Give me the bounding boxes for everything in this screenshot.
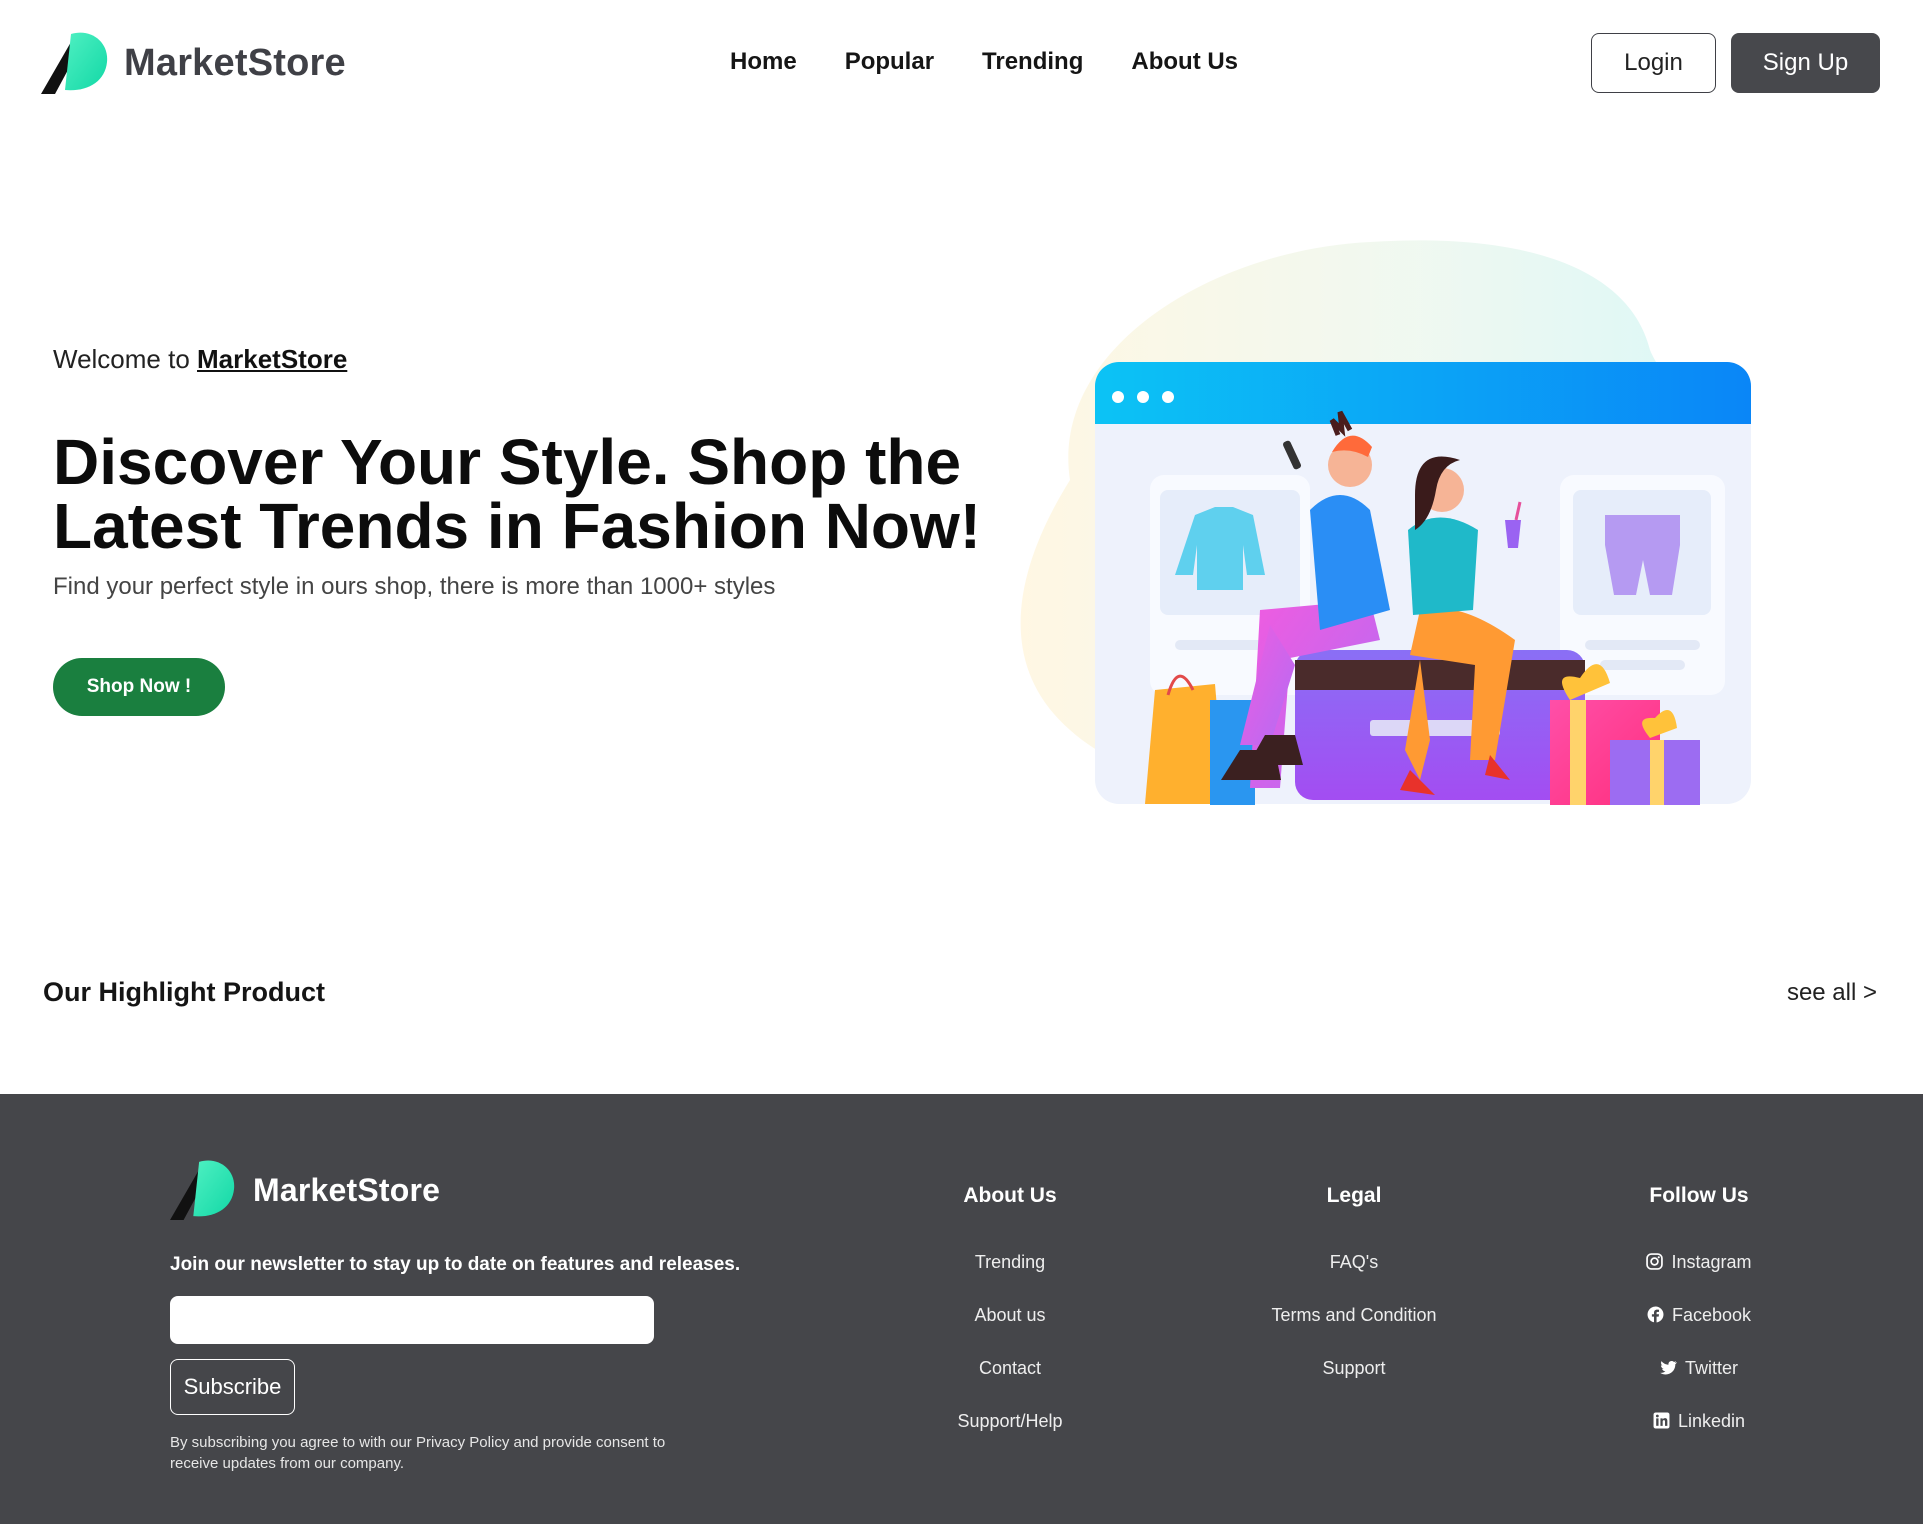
footer-logo-mark-icon <box>170 1160 235 1221</box>
highlight-section-title: Our Highlight Product <box>43 977 325 1007</box>
social-link-instagram[interactable]: Instagram <box>1569 1251 1829 1304</box>
welcome-brand-link[interactable]: MarketStore <box>197 344 347 374</box>
hero-subtitle: Find your perfect style in ours shop, th… <box>53 573 776 600</box>
social-link-facebook[interactable]: Facebook <box>1569 1304 1829 1357</box>
linkedin-label: Linkedin <box>1677 1411 1746 1431</box>
signup-button[interactable]: Sign Up <box>1731 33 1880 93</box>
linkedin-icon <box>1653 1412 1670 1429</box>
newsletter-email-input[interactable] <box>170 1296 654 1344</box>
shop-now-button[interactable]: Shop Now ! <box>53 658 225 716</box>
main-nav: Home Popular Trending About Us <box>730 48 1238 76</box>
footer-column-legal: Legal FAQ's Terms and Condition Support <box>1224 1184 1484 1410</box>
footer-link-support[interactable]: Support <box>1224 1357 1484 1410</box>
footer-column-about: About Us Trending About us Contact Suppo… <box>880 1184 1140 1463</box>
nav-popular[interactable]: Popular <box>845 48 934 76</box>
footer-brand-name: MarketStore <box>253 1171 441 1208</box>
nav-about-us[interactable]: About Us <box>1131 48 1238 76</box>
social-link-linkedin[interactable]: Linkedin <box>1569 1410 1829 1463</box>
footer-legal-title: Legal <box>1326 1184 1382 1207</box>
hero-title: Discover Your Style. Shop the Latest Tre… <box>53 426 982 562</box>
nav-home[interactable]: Home <box>730 48 797 76</box>
footer-follow-title: Follow Us <box>1649 1184 1749 1207</box>
footer-link-contact[interactable]: Contact <box>880 1357 1140 1410</box>
footer-link-about-us[interactable]: About us <box>880 1304 1140 1357</box>
see-all-link[interactable]: see all > <box>1787 979 1877 1007</box>
logo-mark-icon <box>41 32 108 94</box>
site-footer: MarketStore Join our newsletter to stay … <box>0 1094 1923 1524</box>
instagram-icon <box>1646 1253 1664 1270</box>
footer-about-title: About Us <box>963 1184 1057 1207</box>
footer-brand-logo[interactable]: MarketStore <box>170 1158 440 1222</box>
site-header: MarketStore Home Popular Trending About … <box>0 0 1923 130</box>
footer-link-support-help[interactable]: Support/Help <box>880 1410 1140 1463</box>
welcome-text: Welcome to MarketStore <box>53 344 347 375</box>
nav-trending[interactable]: Trending <box>982 48 1083 76</box>
facebook-icon <box>1647 1306 1664 1323</box>
subscribe-button[interactable]: Subscribe <box>170 1359 295 1415</box>
social-link-twitter[interactable]: Twitter <box>1569 1357 1829 1410</box>
facebook-label: Facebook <box>1671 1305 1752 1325</box>
footer-link-faqs[interactable]: FAQ's <box>1224 1251 1484 1304</box>
footer-link-terms[interactable]: Terms and Condition <box>1224 1304 1484 1357</box>
footer-column-follow: Follow Us Instagram Facebook Twitter Lin… <box>1569 1184 1829 1463</box>
hero-shopping-illustration <box>1020 240 1751 805</box>
brand-name: MarketStore <box>124 41 346 84</box>
brand-logo[interactable]: MarketStore <box>41 30 346 96</box>
newsletter-heading: Join our newsletter to stay up to date o… <box>170 1254 741 1275</box>
newsletter-disclaimer: By subscribing you agree to with our Pri… <box>170 1434 666 1472</box>
twitter-label: Twitter <box>1684 1358 1738 1378</box>
login-button[interactable]: Login <box>1591 33 1716 93</box>
footer-link-trending[interactable]: Trending <box>880 1251 1140 1304</box>
twitter-icon <box>1660 1360 1677 1375</box>
instagram-label: Instagram <box>1671 1252 1752 1272</box>
welcome-prefix: Welcome to <box>53 344 198 374</box>
